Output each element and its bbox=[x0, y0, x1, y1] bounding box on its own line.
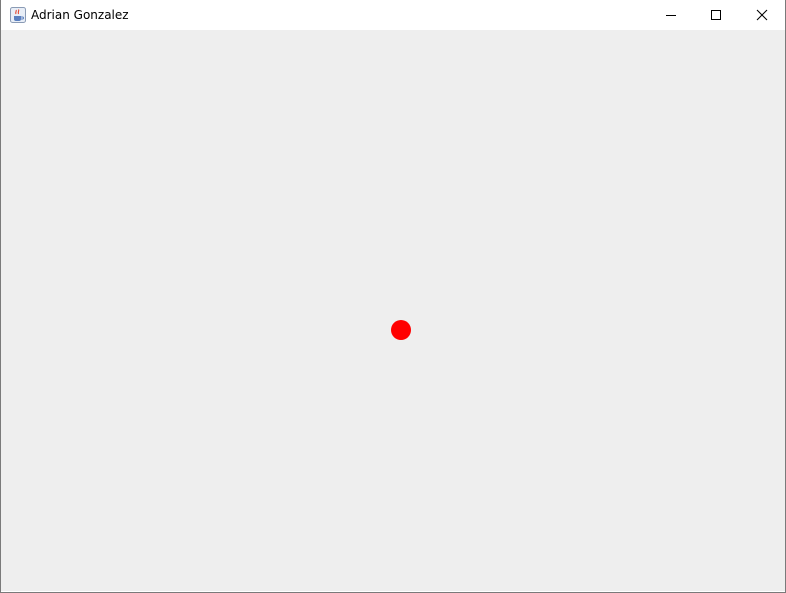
minimize-icon bbox=[666, 14, 676, 16]
maximize-icon bbox=[711, 9, 721, 20]
red-ball bbox=[391, 320, 411, 340]
close-button[interactable] bbox=[739, 0, 785, 29]
app-window: Adrian Gonzalez bbox=[0, 0, 786, 593]
java-cup-icon[interactable] bbox=[10, 7, 26, 23]
maximize-button[interactable] bbox=[693, 0, 739, 29]
close-icon bbox=[756, 9, 768, 20]
window-title: Adrian Gonzalez bbox=[31, 8, 129, 22]
minimize-button[interactable] bbox=[648, 0, 694, 29]
drawing-canvas[interactable] bbox=[1, 30, 785, 591]
title-bar[interactable]: Adrian Gonzalez bbox=[1, 0, 785, 30]
